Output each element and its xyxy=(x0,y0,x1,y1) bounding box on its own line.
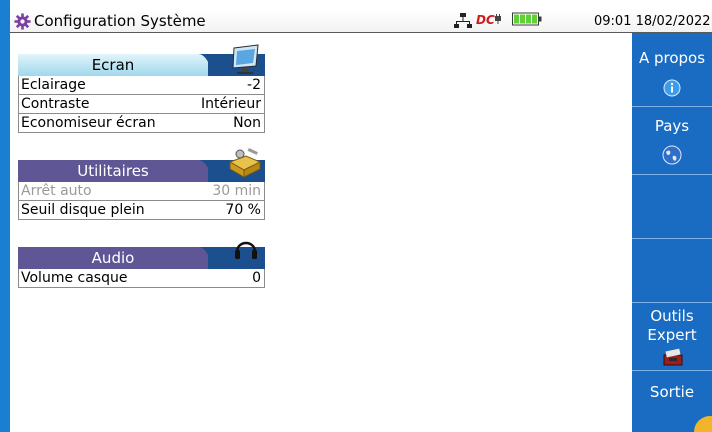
setting-row-eclairage[interactable]: Eclairage -2 xyxy=(18,76,265,95)
title-bar: Configuration Système DC 09:01 18/02/202… xyxy=(10,10,712,33)
headphones-icon xyxy=(235,241,257,259)
toolbox-icon xyxy=(228,148,262,178)
softkey-label: Pays xyxy=(654,117,690,135)
section-header-curve xyxy=(198,247,228,269)
setting-value: 0 xyxy=(252,270,261,286)
softkey-label-line1: Outils xyxy=(650,307,694,325)
section-label-utilitaires: Utilitaires xyxy=(18,160,208,182)
battery-icon xyxy=(512,12,542,26)
section-header-audio[interactable]: Audio xyxy=(18,247,265,269)
gear-icon xyxy=(14,13,31,30)
softkey-label: A propos xyxy=(638,49,706,67)
setting-row-volume-casque[interactable]: Volume casque 0 xyxy=(18,269,265,288)
network-icon xyxy=(454,13,472,28)
setting-value: 30 min xyxy=(212,183,261,199)
section-header-curve xyxy=(198,160,228,182)
section-label-ecran: Ecran xyxy=(18,54,208,76)
setting-value: -2 xyxy=(247,77,261,93)
setting-key: Seuil disque plein xyxy=(21,202,145,218)
softkey-empty[interactable] xyxy=(632,175,712,239)
softkey-label: Sortie xyxy=(649,383,695,401)
softkey-sortie[interactable]: Sortie xyxy=(632,371,712,432)
setting-key: Economiseur écran xyxy=(21,115,156,131)
setting-value: Intérieur xyxy=(201,96,261,112)
expert-tools-icon xyxy=(663,348,683,366)
setting-row-contraste[interactable]: Contraste Intérieur xyxy=(18,95,265,114)
setting-key: Arrêt auto xyxy=(21,183,92,199)
monitor-icon xyxy=(232,44,259,74)
softkey-outils-expert[interactable]: Outils Expert xyxy=(632,303,712,371)
setting-row-seuil-disque-plein[interactable]: Seuil disque plein 70 % xyxy=(18,201,265,220)
setting-value: 70 % xyxy=(225,202,261,218)
left-frame-bar xyxy=(0,0,10,432)
setting-key: Eclairage xyxy=(21,77,86,93)
softkey-panel: A propos Pays Outils Expert Sortie xyxy=(632,33,712,432)
dc-power-icon: DC xyxy=(476,13,495,27)
setting-row-economiseur-ecran[interactable]: Economiseur écran Non xyxy=(18,114,265,133)
exit-icon xyxy=(694,416,712,432)
section-header-curve xyxy=(198,54,228,76)
info-icon xyxy=(663,79,681,97)
clock: 09:01 18/02/2022 xyxy=(594,14,711,29)
softkey-empty[interactable] xyxy=(632,239,712,303)
screen: Configuration Système DC 09:01 18/02/202… xyxy=(0,0,712,432)
page-title: Configuration Système xyxy=(34,12,206,30)
globe-icon xyxy=(662,145,682,165)
setting-row-arret-auto: Arrêt auto 30 min xyxy=(18,182,265,201)
setting-key: Contraste xyxy=(21,96,90,112)
setting-key: Volume casque xyxy=(21,270,128,286)
section-label-audio: Audio xyxy=(18,247,208,269)
softkey-a-propos[interactable]: A propos xyxy=(632,33,712,107)
softkey-label-line2: Expert xyxy=(647,326,697,344)
setting-value: Non xyxy=(233,115,261,131)
softkey-pays[interactable]: Pays xyxy=(632,107,712,175)
plug-icon xyxy=(495,14,501,24)
